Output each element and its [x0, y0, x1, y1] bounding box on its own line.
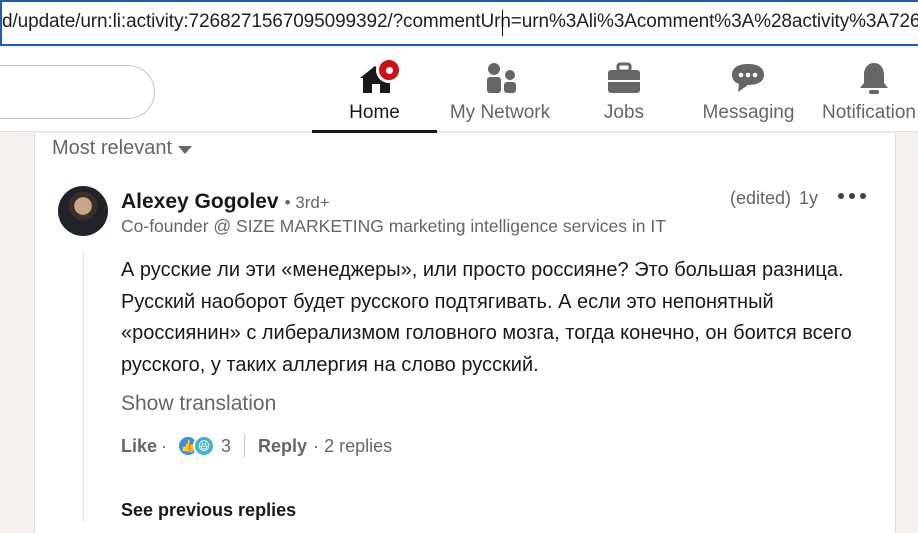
nav-home-label: Home: [349, 102, 400, 123]
replies-count[interactable]: · 2 replies: [313, 436, 392, 457]
top-navbar: Home My Network Jobs Messaging Notificat…: [0, 48, 918, 133]
sort-label: Most relevant: [52, 137, 173, 159]
address-bar[interactable]: d/update/urn:li:activity:726827156709509…: [0, 0, 918, 46]
nav-jobs-label: Jobs: [603, 102, 645, 123]
reaction-count[interactable]: 3: [221, 436, 231, 457]
like-button[interactable]: Like: [121, 436, 157, 457]
edited-label: (edited): [730, 188, 792, 208]
separator-dot: ·: [161, 435, 168, 456]
messaging-icon: [732, 64, 764, 92]
show-translation-button[interactable]: Show translation: [121, 392, 276, 416]
divider: [244, 434, 246, 458]
funny-reaction-icon: 😆: [193, 435, 216, 457]
comment-actions: Like · 👍 😆 3 Reply · 2 replies: [121, 432, 392, 460]
dot-icon: [849, 193, 855, 199]
notification-badge-icon: [376, 57, 402, 83]
reactions[interactable]: 👍 😆: [177, 435, 216, 457]
more-options-button[interactable]: [838, 184, 866, 208]
url-text[interactable]: d/update/urn:li:activity:726827156709509…: [2, 11, 918, 33]
nav-notifications-label: Notification: [822, 102, 916, 123]
caret-down-icon: [178, 145, 193, 154]
search-input[interactable]: [0, 65, 155, 119]
nav-jobs[interactable]: Jobs: [584, 48, 664, 132]
dot-icon: [838, 193, 844, 199]
comment-author-row: Alexey Gogolev • 3rd+: [121, 190, 330, 214]
author-name[interactable]: Alexey Gogolev: [121, 190, 279, 214]
sort-dropdown[interactable]: Most relevant: [52, 137, 193, 160]
comment-age: 1y: [799, 188, 819, 208]
comment-text: А русские ли эти «менеджеры», или просто…: [121, 259, 852, 376]
network-icon: [487, 63, 516, 93]
briefcase-icon: [608, 62, 640, 93]
see-previous-replies-button[interactable]: See previous replies: [121, 500, 296, 521]
nav-my-network[interactable]: My Network: [446, 48, 554, 132]
nav-notifications[interactable]: Notification: [820, 48, 918, 132]
text-cursor: [502, 10, 503, 36]
nav-home[interactable]: Home: [312, 48, 437, 133]
avatar[interactable]: [58, 186, 108, 236]
connection-degree: • 3rd+: [284, 193, 330, 212]
comment-meta: (edited) 1y: [730, 188, 818, 209]
nav-messaging[interactable]: Messaging: [700, 48, 797, 132]
nav-my-network-label: My Network: [449, 102, 551, 123]
thread-line: [83, 252, 84, 522]
bell-icon: [860, 63, 888, 94]
reply-button[interactable]: Reply: [258, 436, 307, 457]
nav-messaging-label: Messaging: [702, 102, 795, 123]
dot-icon: [860, 193, 866, 199]
author-headline: Co-founder @ SIZE MARKETING marketing in…: [121, 216, 666, 236]
